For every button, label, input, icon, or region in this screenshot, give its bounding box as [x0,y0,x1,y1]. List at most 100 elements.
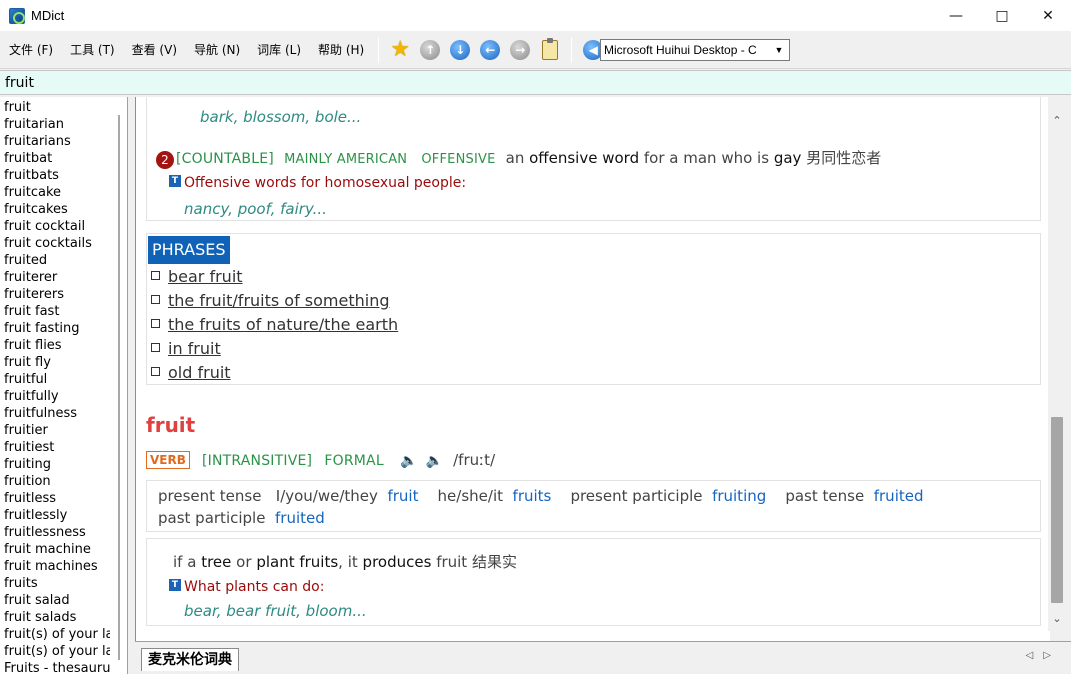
word-list-item[interactable]: fruitiest [4,439,110,456]
form-label: I/you/we/they [275,487,378,505]
word-list-item[interactable]: fruiting [4,456,110,473]
word-list-item[interactable]: fruits [4,575,110,592]
word-list-item[interactable]: fruit salads [4,609,110,626]
title-bar: MDict — □ ✕ [0,0,1071,31]
word-list-item[interactable]: fruiterer [4,269,110,286]
content-scrollbar[interactable]: ⌃ ⌄ [1048,97,1066,631]
grammar-label: [COUNTABLE] [176,151,274,167]
voice-select[interactable]: Microsoft Huihui Desktop - C ▼ [600,39,790,61]
word-list-item[interactable]: fruited [4,252,110,269]
definition-keyword[interactable]: gay [774,149,802,167]
scroll-up-icon[interactable]: ⌃ [1048,111,1066,129]
word-list-item[interactable]: fruition [4,473,110,490]
thesaurus-examples[interactable]: bear, bear fruit, bloom... [184,602,367,620]
scroll-down-icon[interactable]: ⌄ [1048,609,1066,627]
phrase-link[interactable]: bear fruit [168,267,243,286]
word-list-item[interactable]: fruiterers [4,286,110,303]
minimize-button[interactable]: — [933,0,979,31]
form-value[interactable]: fruited [275,509,325,527]
word-list-item[interactable]: fruitbat [4,150,110,167]
menu-navigate[interactable]: 导航 (N) [185,41,248,58]
phrase-link[interactable]: old fruit [168,363,231,382]
word-list-item[interactable]: fruitfulness [4,405,110,422]
search-row [0,70,1071,95]
word-list-item[interactable]: fruitbats [4,167,110,184]
scroll-thumb[interactable] [1051,417,1063,603]
phrase-item[interactable]: bear fruit [151,267,243,286]
form-value[interactable]: fruit [387,487,418,505]
form-value[interactable]: fruits [513,487,552,505]
menu-help[interactable]: 帮助 (H) [309,41,372,58]
window-controls: — □ ✕ [933,0,1071,31]
word-list-item[interactable]: fruitcake [4,184,110,201]
clipboard-icon [542,37,559,60]
definition-part: fruit [436,553,468,571]
thesaurus-icon[interactable]: T [169,579,181,591]
word-list-item[interactable]: fruit cocktail [4,218,110,235]
thesaurus-examples[interactable]: nancy, poof, fairy... [184,200,327,218]
pane-splitter[interactable] [128,97,135,674]
word-list-item[interactable]: fruit [4,99,110,116]
american-pronunciation-icon[interactable]: 🔈 [426,453,443,469]
definition-keyword[interactable]: offensive word [529,149,639,167]
thesaurus-line: T Offensive words for homosexual people: [169,175,466,191]
pronunciation: /fruːt/ [453,451,496,469]
word-list-item[interactable]: fruit cocktails [4,235,110,252]
word-list-item[interactable]: fruitarians [4,133,110,150]
menu-file[interactable]: 文件 (F) [0,41,61,58]
menu-tools[interactable]: 工具 (T) [61,41,123,58]
word-list-item[interactable]: fruit fasting [4,320,110,337]
menu-view[interactable]: 查看 (V) [123,41,185,58]
word-list-item[interactable]: fruit machines [4,558,110,575]
word-list-item[interactable]: fruit(s) of your lal [4,643,110,660]
phrase-item[interactable]: in fruit [151,339,221,358]
forward-button[interactable]: → [507,37,533,63]
form-value[interactable]: fruited [874,487,924,505]
word-list-item[interactable]: fruitlessly [4,507,110,524]
word-list-item[interactable]: fruit flies [4,337,110,354]
phrase-item[interactable]: the fruit/fruits of something [151,291,390,310]
word-list-item[interactable]: fruit salad [4,592,110,609]
verb-forms-card: present tense I/you/we/they fruit he/she… [146,480,1041,532]
back-button[interactable]: ← [477,37,503,63]
word-list-item[interactable]: fruitier [4,422,110,439]
dropdown-arrow-icon[interactable]: ▼ [771,42,787,58]
definition-keyword[interactable]: tree [201,553,231,571]
definition-keyword[interactable]: plant fruits [256,553,338,571]
phrase-link[interactable]: the fruit/fruits of something [168,291,390,310]
favorite-button[interactable]: ★ [387,37,413,63]
checkbox-icon [151,343,160,352]
word-list-item[interactable]: fruitlessness [4,524,110,541]
form-value[interactable]: fruiting [712,487,766,505]
tab-scroll-arrows[interactable]: ◁▷ [1026,650,1061,661]
word-list-item[interactable]: fruitcakes [4,201,110,218]
clipboard-button[interactable] [537,37,563,63]
word-list-item[interactable]: fruitless [4,490,110,507]
word-list-item[interactable]: fruitarian [4,116,110,133]
menu-library[interactable]: 词库 (L) [248,41,309,58]
part-of-speech: VERB [146,451,190,469]
tab-macmillan[interactable]: 麦克米伦词典 [141,648,239,671]
word-list-item[interactable]: fruit(s) of your lal [4,626,110,643]
previous-entry-button[interactable]: ↑ [417,37,443,63]
word-list-item[interactable]: fruit fly [4,354,110,371]
british-pronunciation-icon[interactable]: 🔈 [400,453,417,469]
word-list-item[interactable]: fruit machine [4,541,110,558]
thesaurus-icon[interactable]: T [169,175,181,187]
thesaurus-examples[interactable]: bark, blossom, bole... [200,108,361,126]
next-entry-button[interactable]: ↓ [447,37,473,63]
word-list-scrollbar[interactable] [118,115,120,660]
close-button[interactable]: ✕ [1025,0,1071,31]
word-list-item[interactable]: fruitful [4,371,110,388]
maximize-button[interactable]: □ [979,0,1025,31]
phrase-link[interactable]: in fruit [168,339,221,358]
word-list-item[interactable]: fruitfully [4,388,110,405]
definition-keyword[interactable]: produces [363,553,432,571]
phrase-item[interactable]: the fruits of nature/the earth [151,315,398,334]
search-input[interactable] [0,71,1071,94]
phrase-item[interactable]: old fruit [151,363,231,382]
word-list-item[interactable]: fruit fast [4,303,110,320]
checkbox-icon [151,295,160,304]
word-list-item[interactable]: Fruits - thesaurus [4,660,110,674]
phrase-link[interactable]: the fruits of nature/the earth [168,315,398,334]
